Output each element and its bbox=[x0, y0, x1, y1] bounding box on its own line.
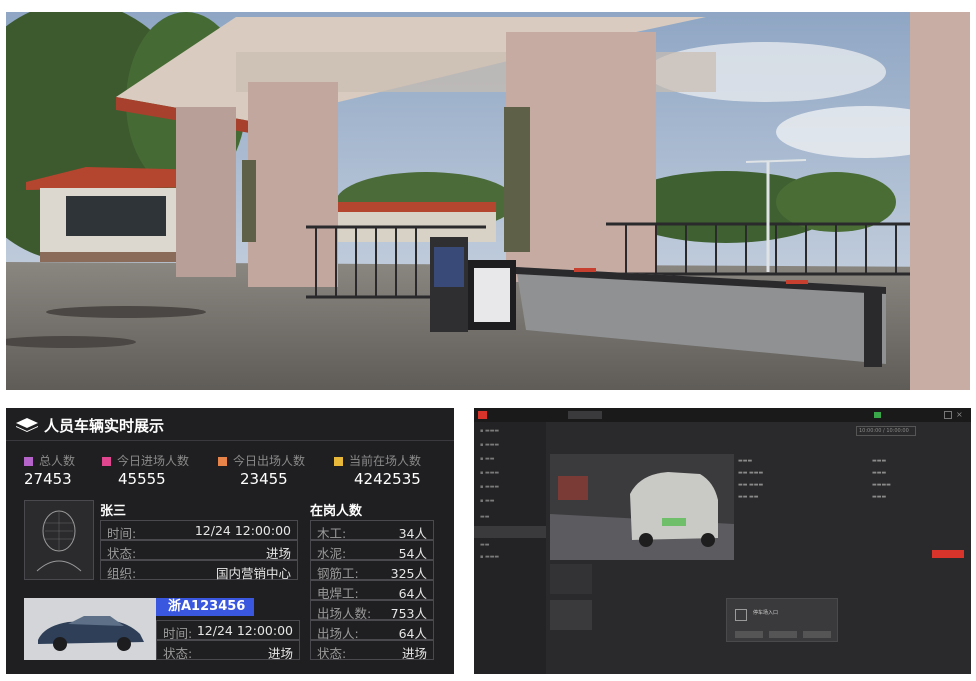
stat-today-out: 今日出场人数 bbox=[218, 452, 305, 469]
license-plate: 浙A123456 bbox=[156, 598, 254, 616]
record-info-panel: ▬▬▬ ▬▬▬ ▬▬ ▬▬▬ ▬▬ ▬▬▬ ▬▬ ▬▬ ▬▬▬ ▬▬▬▬ ▬▬▬ bbox=[736, 454, 968, 560]
stat-today-in-value: 45555 bbox=[118, 470, 166, 488]
channel-tile[interactable] bbox=[550, 564, 592, 594]
person-silhouette-icon bbox=[36, 510, 82, 572]
dashboard-header: 人员车辆实时展示 bbox=[6, 408, 454, 441]
sidebar-item[interactable]: ▪ ▬▬ bbox=[480, 498, 494, 504]
close-icon[interactable]: × bbox=[956, 410, 966, 420]
stat-total-people: 总人数 bbox=[24, 452, 75, 469]
legend-swatch bbox=[24, 457, 33, 466]
camera-view bbox=[550, 454, 734, 560]
person-name: 张三 bbox=[100, 504, 127, 519]
stat-total-people-value: 27453 bbox=[24, 470, 72, 488]
person-status-row: 状态: 进场 bbox=[100, 540, 298, 561]
sidebar-item-active[interactable] bbox=[474, 526, 546, 538]
stat-current-onsite-value: 4242535 bbox=[354, 470, 421, 488]
onduty-row: 状态: 进场 bbox=[310, 640, 434, 661]
sidebar-item[interactable]: ▪ ▬▬ bbox=[480, 456, 494, 462]
onduty-row: 电焊工: 64人 bbox=[310, 580, 434, 601]
vehicle-time-row: 时间: 12/24 12:00:00 bbox=[156, 620, 300, 641]
time-display: 10:00:00 / 10:00:00 bbox=[856, 426, 916, 436]
parking-software-window: × ▪ ▬▬▬ ▪ ▬▬▬ ▪ ▬▬ ▪ ▬▬▬ ▪ ▬▬▬ ▪ ▬▬ ▬▬ ▬… bbox=[474, 408, 971, 674]
legend-swatch bbox=[218, 457, 227, 466]
person-org-row: 组织: 国内营销中心 bbox=[100, 560, 298, 581]
barrier-icon bbox=[735, 609, 747, 621]
channel-tile-active[interactable] bbox=[550, 600, 592, 630]
sidebar-item[interactable]: ▪ ▬▬▬ bbox=[480, 442, 499, 448]
sidebar-item[interactable]: ▪ ▬▬▬ bbox=[480, 554, 499, 560]
dashboard-title: 人员车辆实时展示 bbox=[44, 417, 165, 435]
person-face-image bbox=[24, 500, 94, 580]
gate-popup: 停车场入口 bbox=[726, 598, 838, 642]
layers-icon bbox=[16, 418, 38, 432]
popup-title: 停车场入口 bbox=[753, 610, 779, 616]
onduty-row: 出场人: 64人 bbox=[310, 620, 434, 641]
gate-photo bbox=[6, 12, 970, 390]
onduty-row: 木工: 34人 bbox=[310, 520, 434, 541]
car-icon bbox=[24, 598, 156, 660]
onduty-title: 在岗人数 bbox=[310, 504, 363, 519]
stat-today-in: 今日进场人数 bbox=[102, 452, 189, 469]
stat-today-out-value: 23455 bbox=[240, 470, 288, 488]
onduty-row: 水泥: 54人 bbox=[310, 540, 434, 561]
sidebar-item[interactable]: ▪ ▬▬▬ bbox=[480, 428, 499, 434]
onduty-row: 出场人数: 753人 bbox=[310, 600, 434, 621]
popup-button[interactable] bbox=[735, 631, 763, 638]
title-bar: × bbox=[474, 408, 971, 422]
action-button[interactable] bbox=[932, 550, 964, 558]
stat-current-onsite: 当前在场人数 bbox=[334, 452, 421, 469]
sidebar-item[interactable]: ▬▬ bbox=[480, 514, 489, 520]
vehicle-image bbox=[24, 598, 156, 660]
person-time-row: 时间: 12/24 12:00:00 bbox=[100, 520, 298, 541]
sidebar-item[interactable]: ▪ ▬▬▬ bbox=[480, 470, 499, 476]
sidebar-item[interactable]: ▪ ▬▬▬ bbox=[480, 484, 499, 490]
onduty-row: 钢筋工: 325人 bbox=[310, 560, 434, 581]
legend-swatch bbox=[102, 457, 111, 466]
popup-button[interactable] bbox=[803, 631, 831, 638]
sidebar: ▪ ▬▬▬ ▪ ▬▬▬ ▪ ▬▬ ▪ ▬▬▬ ▪ ▬▬▬ ▪ ▬▬ ▬▬ ▬▬ … bbox=[474, 422, 546, 674]
tab[interactable] bbox=[568, 411, 602, 419]
realtime-dashboard: 人员车辆实时展示 总人数 今日进场人数 今日出场人数 当前在场人数 27453 … bbox=[6, 408, 454, 674]
maximize-icon[interactable] bbox=[944, 411, 952, 419]
vehicle-status-row: 状态: 进场 bbox=[156, 640, 300, 661]
app-logo-icon bbox=[478, 411, 487, 419]
legend-swatch bbox=[334, 457, 343, 466]
sidebar-item[interactable]: ▬▬ bbox=[480, 542, 489, 548]
status-indicator bbox=[874, 412, 881, 418]
popup-button[interactable] bbox=[769, 631, 797, 638]
